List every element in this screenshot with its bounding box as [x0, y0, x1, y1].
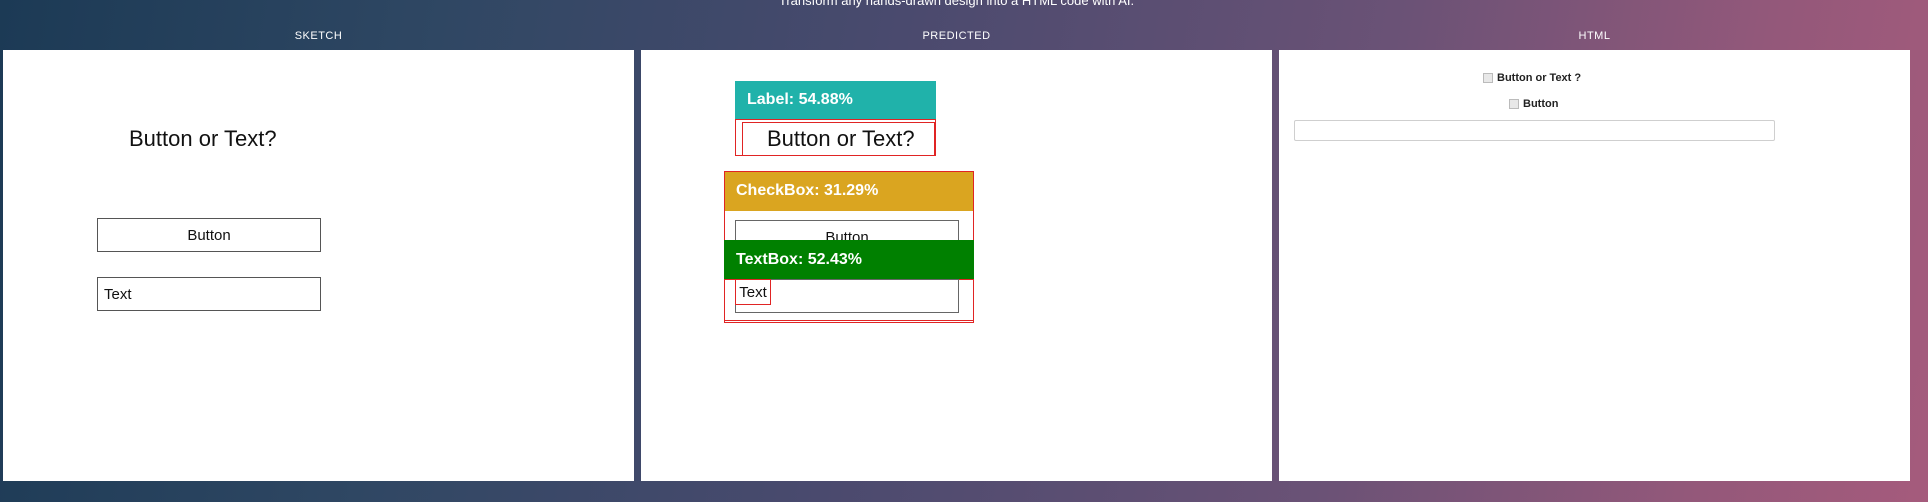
label-prediction-tag: Label: 54.88%	[735, 81, 936, 119]
predicted-text-label: Text	[735, 279, 771, 305]
textbox-prediction-tag: TextBox: 52.43%	[724, 240, 974, 279]
sketch-heading: Button or Text?	[129, 126, 277, 151]
html-checkbox-label-2: Button	[1523, 98, 1559, 110]
sketch-textbox: Text	[97, 277, 321, 311]
html-panel: Button or Text ? Button	[1279, 50, 1910, 481]
panel-title-predicted: PREDICTED	[922, 30, 991, 42]
sketch-button: Button	[97, 218, 321, 252]
app-tagline: Transform any hands-drawn design into a …	[778, 0, 1135, 8]
html-checkbox-row-1[interactable]: Button or Text ?	[1483, 72, 1581, 84]
panel-title-html: HTML	[1578, 30, 1611, 42]
html-checkbox-label-1: Button or Text ?	[1497, 72, 1582, 84]
sketch-panel: Button or Text? Button Text	[3, 50, 634, 481]
html-text-input[interactable]	[1294, 120, 1775, 141]
predicted-panel: Label: 54.88% Button or Text? CheckBox: …	[641, 50, 1272, 481]
html-checkbox-row-2[interactable]: Button	[1509, 98, 1558, 110]
checkbox-icon[interactable]	[1509, 99, 1519, 109]
checkbox-icon[interactable]	[1483, 73, 1493, 83]
panel-title-sketch: SKETCH	[294, 30, 343, 42]
predicted-heading: Button or Text?	[767, 126, 915, 151]
